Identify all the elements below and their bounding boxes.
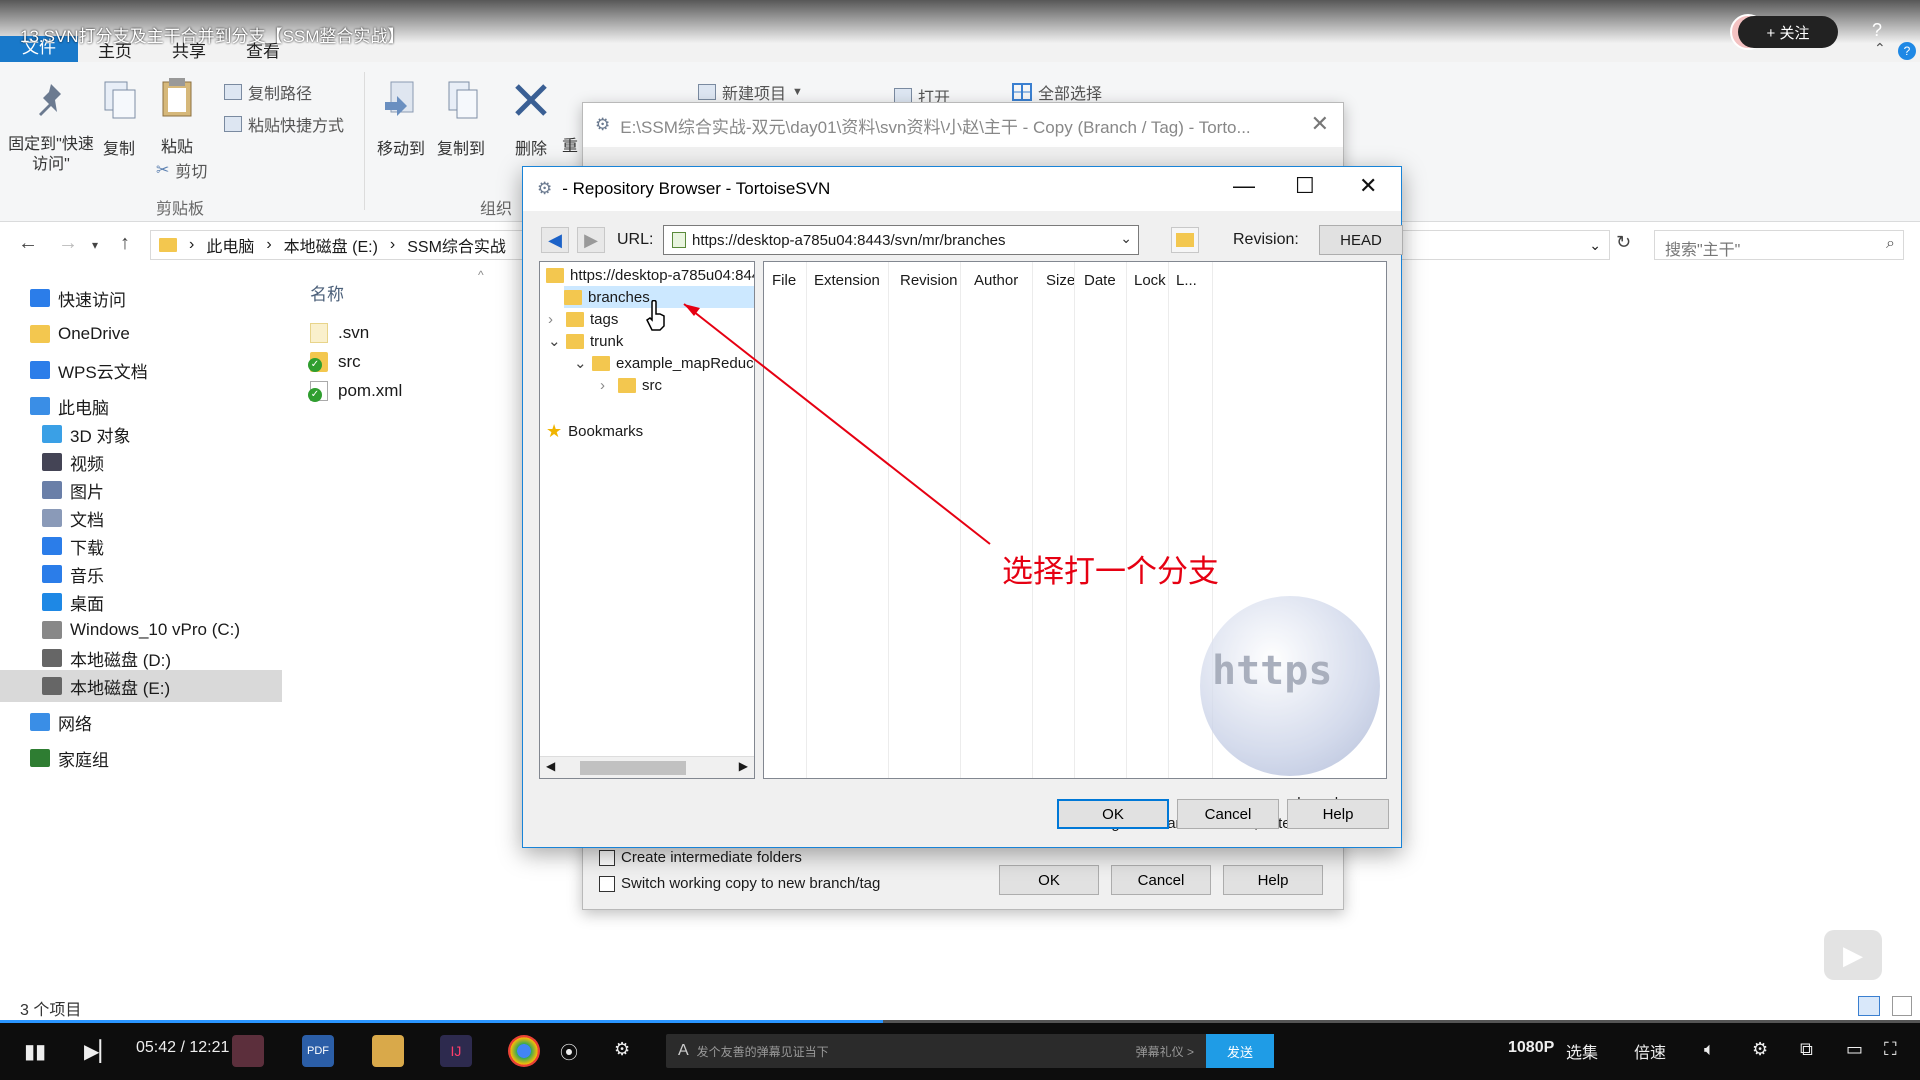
time-display: 05:42 / 12:21 (136, 1039, 230, 1056)
winrar-app-icon[interactable] (232, 1035, 264, 1067)
send-danmu-button[interactable]: 发送 (1206, 1034, 1274, 1068)
help-icon[interactable]: ? (1872, 20, 1882, 41)
volume-icon[interactable]: 🔈︎ (1704, 1039, 1715, 1060)
quality-selector[interactable]: 1080P (1508, 1039, 1554, 1057)
video-player-controls: ▮▮ ▶▏ 05:42 / 12:21 PDF IJ ⦿ ⚙ A 发个友善的弹幕… (0, 1023, 1920, 1080)
danmu-settings-icon[interactable]: ⚙ (614, 1039, 630, 1060)
danmu-placeholder: 发个友善的弹幕见证当下 (696, 1044, 829, 1059)
wide-mode-icon[interactable]: ▭ (1846, 1039, 1863, 1060)
danmu-input[interactable]: A 发个友善的弹幕见证当下 弹幕礼仪 > (666, 1034, 1274, 1068)
danmu-toggle-icon[interactable]: ⦿ (560, 1039, 578, 1065)
pdf-app-icon[interactable]: PDF (302, 1035, 334, 1067)
speed-button[interactable]: 倍速 (1634, 1039, 1666, 1063)
episodes-button[interactable]: 选集 (1566, 1039, 1598, 1063)
picture-in-picture-icon[interactable]: ⧉ (1800, 1039, 1813, 1060)
collapse-up-icon[interactable]: ⌃ (1874, 40, 1886, 57)
intellij-app-icon[interactable]: IJ (440, 1035, 472, 1067)
next-icon[interactable]: ▶▏ (84, 1039, 115, 1064)
watermark-text: https (1212, 648, 1333, 694)
annotation-text: 选择打一个分支 (1002, 554, 1219, 589)
play-pause-icon[interactable]: ▮▮ (24, 1039, 46, 1064)
https-globe-watermark: https (1200, 596, 1380, 776)
settings-gear-icon[interactable]: ⚙ (1752, 1039, 1768, 1060)
file-explorer-app-icon[interactable] (372, 1035, 404, 1067)
font-a-icon: A (678, 1042, 689, 1059)
info-circle-icon[interactable]: ? (1898, 42, 1916, 60)
annotation-arrow (683, 303, 991, 545)
video-title: 13.SVN打分支及主干合并到分支【SSM整合实战】 (20, 27, 405, 46)
play-icon[interactable]: ▶ (1824, 930, 1882, 980)
danmu-etiquette-link[interactable]: 弹幕礼仪 > (1136, 1043, 1194, 1060)
chrome-app-icon[interactable] (508, 1035, 540, 1067)
fullscreen-icon[interactable]: ⛶ (1884, 1039, 1897, 1060)
